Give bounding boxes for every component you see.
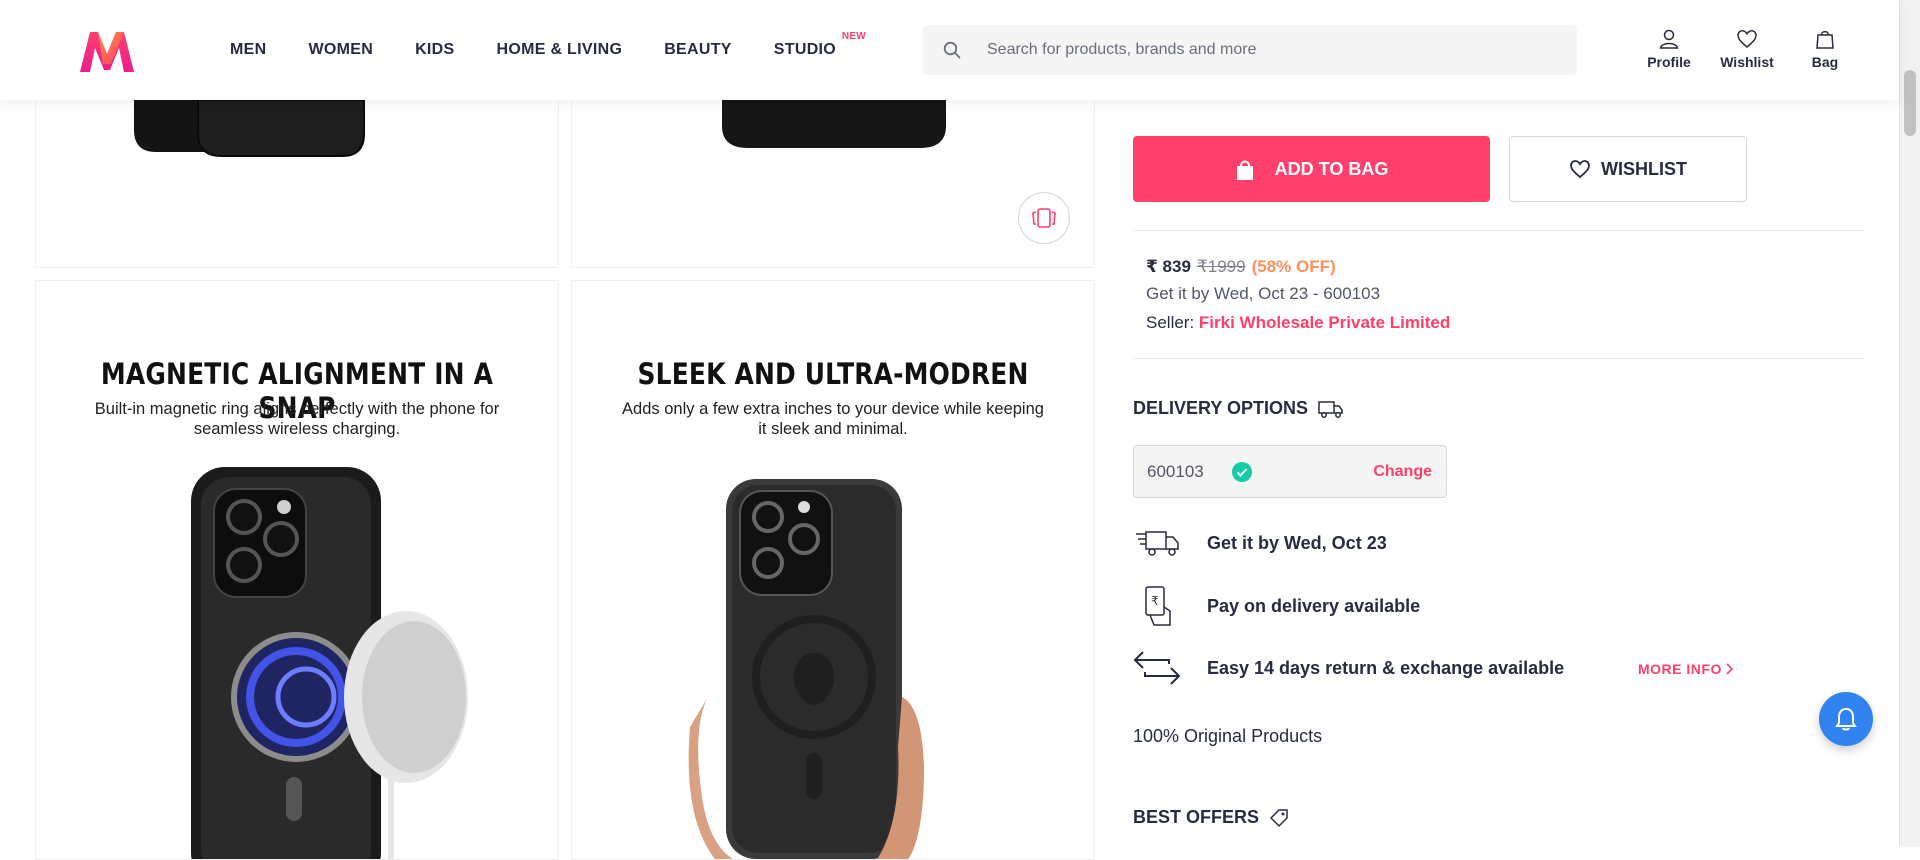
payment-info-row: ₹ Pay on delivery available (1133, 584, 1420, 628)
phone-in-hand-image (688, 479, 924, 859)
add-to-bag-button[interactable]: ADD TO BAG (1133, 136, 1490, 202)
nav-item-men[interactable]: MEN (230, 41, 266, 59)
bag-icon (1236, 160, 1253, 180)
profile-icon (1659, 29, 1679, 49)
magnetic-charger-image (191, 467, 468, 859)
new-badge: NEW (841, 31, 867, 42)
nav-item-studio[interactable]: STUDIO NEW (774, 31, 866, 59)
wishlist-button[interactable]: Wishlist (1708, 28, 1786, 70)
divider (1133, 358, 1865, 359)
profile-button[interactable]: Profile (1630, 28, 1708, 70)
search-input[interactable] (987, 41, 1547, 59)
bag-label: Bag (1811, 54, 1839, 70)
phone-case-image (722, 100, 946, 148)
selling-price: ₹ 839 (1146, 257, 1191, 276)
view-similar-button[interactable] (1018, 192, 1070, 244)
change-pincode-button[interactable]: Change (1373, 463, 1432, 481)
pay-on-delivery-text: Pay on delivery available (1207, 595, 1421, 616)
truck-icon (1318, 400, 1343, 418)
bag-icon (1816, 30, 1834, 49)
heart-icon (1737, 30, 1757, 48)
original-products-text: 100% Original Products (1133, 726, 1323, 746)
nav-item-women[interactable]: WOMEN (308, 41, 373, 59)
delivery-date-text: Get it by Wed, Oct 23 (1207, 532, 1387, 553)
best-offers-title: BEST OFFERS (1133, 807, 1289, 828)
heart-icon (1570, 160, 1590, 179)
bell-icon (1835, 707, 1857, 731)
delivery-estimate: Get it by Wed, Oct 23 - 600103 (1146, 284, 1381, 303)
product-image-3[interactable]: MAGNETIC ALIGNMENT IN A SNAP Built-in ma… (35, 280, 559, 860)
nav-item-kids[interactable]: KIDS (415, 41, 454, 59)
discount-label: (58% OFF) (1251, 257, 1336, 276)
scrollbar-thumb[interactable] (1904, 70, 1916, 136)
image-description: Built-in magnetic ring aligns perfectly … (94, 400, 500, 438)
search-icon[interactable] (927, 25, 977, 75)
price-row: ₹ 839 ₹1999 (58% OFF) (1146, 257, 1336, 277)
notification-bell-button[interactable] (1819, 692, 1873, 746)
site-header: MEN WOMEN KIDS HOME & LIVING BEAUTY STUD… (0, 0, 1899, 100)
seller-link[interactable]: Firki Wholesale Private Limited (1199, 313, 1450, 332)
wishlist-button[interactable]: WISHLIST (1509, 136, 1747, 202)
delivery-options-title: DELIVERY OPTIONS (1133, 398, 1344, 419)
wishlist-label: Wishlist (1720, 54, 1774, 70)
seller-info: Seller: Firki Wholesale Private Limited (1146, 313, 1451, 332)
divider (1133, 230, 1865, 231)
profile-label: Profile (1647, 54, 1691, 70)
nav-item-home-living[interactable]: HOME & LIVING (497, 41, 623, 59)
view-similar-icon (1032, 208, 1056, 228)
mrp-price: ₹1999 (1196, 257, 1246, 276)
return-exchange-icon (1133, 646, 1181, 690)
search-bar[interactable] (923, 25, 1577, 75)
tag-icon (1269, 808, 1288, 827)
svg-text:₹: ₹ (1151, 594, 1159, 608)
image-description: Adds only a few extra inches to your dev… (622, 400, 1044, 438)
main-nav: MEN WOMEN KIDS HOME & LIVING BEAUTY STUD… (230, 0, 878, 100)
image-heading: SLEEK AND ULTRA-MODREN (637, 357, 1029, 391)
pincode-value: 600103 (1147, 462, 1204, 481)
cash-on-delivery-icon: ₹ (1133, 584, 1181, 628)
check-circle-icon (1232, 462, 1252, 482)
bag-button[interactable]: Bag (1786, 28, 1864, 70)
product-image-2[interactable] (571, 100, 1095, 268)
product-image-1[interactable] (35, 100, 559, 268)
myntra-logo[interactable] (76, 28, 138, 74)
delivery-info-row: Get it by Wed, Oct 23 (1133, 521, 1387, 565)
product-image-4[interactable]: SLEEK AND ULTRA-MODREN Adds only a few e… (571, 280, 1095, 860)
chevron-right-icon (1726, 663, 1733, 675)
more-info-link[interactable]: MORE INFO (1638, 661, 1734, 677)
page-scrollbar[interactable] (1899, 0, 1920, 847)
delivery-truck-icon (1133, 521, 1181, 565)
return-policy-text: Easy 14 days return & exchange available (1207, 657, 1565, 678)
return-info-row: Easy 14 days return & exchange available (1133, 646, 1564, 690)
header-actions: Profile Wishlist Bag (1630, 28, 1864, 70)
pincode-box[interactable]: 600103 Change (1133, 445, 1447, 498)
nav-item-beauty[interactable]: BEAUTY (664, 41, 732, 59)
phone-case-image (134, 100, 365, 157)
